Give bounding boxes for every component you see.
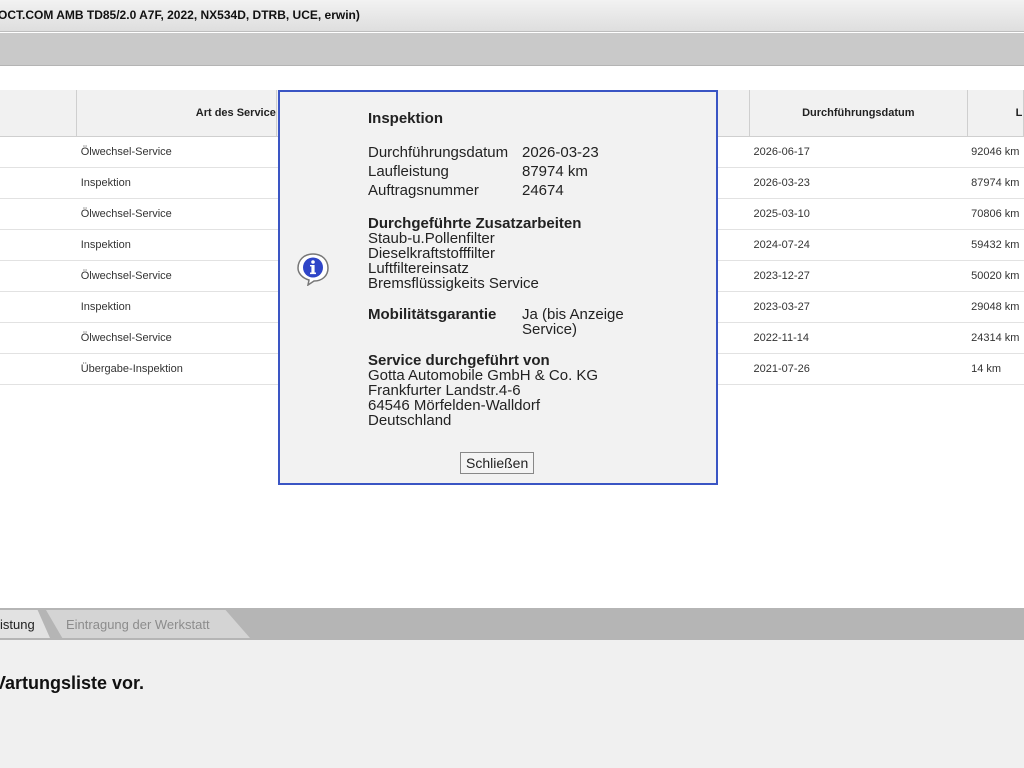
field-label: Durchführungsdatum [368, 144, 509, 161]
row-date: 2026-06-17 [749, 136, 968, 168]
info-icon [296, 252, 330, 287]
field-label: Auftragsnummer [368, 182, 479, 199]
window-titlebar: OCT.COM AMB TD85/2.0 A7F, 2022, NX534D, … [0, 0, 1024, 32]
extra-work-item: Dieselkraftstofffilter [368, 245, 495, 262]
field-value: 87974 km [522, 163, 588, 180]
address-line: Deutschland [368, 412, 452, 429]
row-mileage: 70806 km [967, 198, 1024, 230]
row-mileage: 50020 km [967, 260, 1024, 292]
extra-work-item: Bremsflüssigkeits Service [368, 275, 539, 292]
column-header-mileage[interactable]: L [967, 90, 1024, 137]
mobility-value-line: Ja (bis Anzeige [522, 306, 624, 323]
row-service-type: Ölwechsel-Service [76, 260, 277, 292]
row-date: 2021-07-26 [749, 353, 968, 385]
row-mileage: 59432 km [967, 229, 1024, 261]
dialog-title: Inspektion [368, 110, 444, 127]
mobility-label: Mobilitätsgarantie [368, 306, 497, 323]
column-header-date[interactable]: Durchführungsdatum [749, 90, 968, 137]
extra-work-item: Luftfiltereinsatz [368, 260, 469, 277]
service-detail-dialog: Inspektion Durchführungsdatum 2026-03-23… [278, 90, 718, 485]
extra-work-item: Staub-u.Pollenfilter [368, 230, 495, 247]
mobility-row: Mobilitätsgarantie Ja (bis Anzeige Servi… [368, 307, 698, 337]
row-service-type: Ölwechsel-Service [76, 322, 277, 354]
mobility-value-line: Service) [522, 321, 578, 338]
field-row: Durchführungsdatum 2026-03-23 [368, 143, 698, 162]
row-mileage: 87974 km [967, 167, 1024, 199]
field-value: 24674 [522, 182, 564, 199]
window-title: OCT.COM AMB TD85/2.0 A7F, 2022, NX534D, … [0, 8, 360, 22]
mobility-value: Ja (bis Anzeige Service) [522, 307, 624, 337]
field-row: Laufleistung 87974 km [368, 162, 698, 181]
row-date: 2025-03-10 [749, 198, 968, 230]
info-message: Vartungsliste vor. [0, 673, 145, 693]
tab-wartung[interactable]: istung [0, 610, 50, 638]
row-date: 2026-03-23 [749, 167, 968, 199]
row-mileage: 24314 km [967, 322, 1024, 354]
tab-label: istung [0, 617, 35, 632]
row-service-type: Inspektion [76, 229, 277, 261]
row-service-type: Übergabe-Inspektion [76, 353, 277, 385]
close-button[interactable]: Schließen [460, 452, 535, 474]
row-date: 2022-11-14 [749, 322, 968, 354]
row-date: 2024-07-24 [749, 229, 968, 261]
lower-panel: Vartungsliste vor. [0, 640, 1024, 768]
row-service-type: Inspektion [76, 291, 277, 323]
field-label: Laufleistung [368, 163, 449, 180]
address-line: Frankfurter Landstr.4-6 [368, 382, 521, 399]
row-service-type: Ölwechsel-Service [76, 198, 277, 230]
extra-work-title: Durchgeführte Zusatzarbeiten [368, 215, 582, 232]
tab-label: Eintragung der Werkstatt [66, 617, 210, 632]
field-value: 2026-03-23 [522, 144, 599, 161]
row-mileage: 14 km [967, 353, 1024, 385]
row-service-type: Ölwechsel-Service [76, 136, 277, 168]
row-date: 2023-12-27 [749, 260, 968, 292]
row-service-type: Inspektion [76, 167, 277, 199]
column-header-select[interactable] [0, 90, 78, 137]
row-date: 2023-03-27 [749, 291, 968, 323]
field-row: Auftragsnummer 24674 [368, 181, 698, 200]
tab-bar: istung Eintragung der Werkstatt [0, 608, 1024, 640]
address-line: 64546 Mörfelden-Walldorf [368, 397, 541, 414]
tab-eintragung-werkstatt[interactable]: Eintragung der Werkstatt [46, 610, 250, 638]
row-mileage: 92046 km [967, 136, 1024, 168]
row-mileage: 29048 km [967, 291, 1024, 323]
toolbar [0, 33, 1024, 66]
performed-by-title: Service durchgeführt von [368, 352, 550, 369]
dialog-content: Inspektion Durchführungsdatum 2026-03-23… [368, 110, 698, 428]
address-line: Gotta Automobile GmbH & Co. KG [368, 367, 599, 384]
column-header-service-type[interactable]: Art des Service [76, 90, 277, 137]
